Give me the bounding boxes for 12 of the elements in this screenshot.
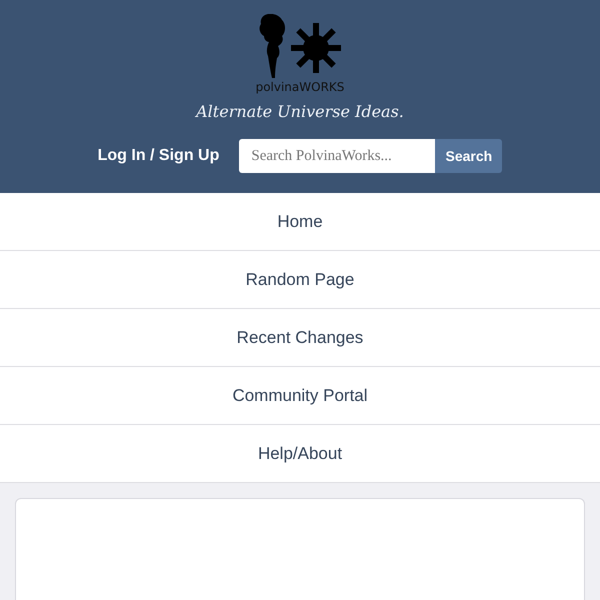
tagline: Alternate Universe Ideas. — [196, 102, 404, 122]
search-field[interactable]: Search PolvinaWorks... — [239, 139, 436, 173]
nav-link[interactable]: Random Page — [0, 251, 600, 309]
gear-icon — [290, 22, 342, 74]
figure-silhouette-icon — [258, 14, 288, 80]
nav-link[interactable]: Home — [0, 193, 600, 251]
nav-link[interactable]: Recent Changes — [0, 309, 600, 367]
nav-link[interactable]: Help/About — [0, 425, 600, 483]
login-link[interactable]: Log In / Sign Up — [98, 147, 220, 165]
logo-text: polvinaWORKS — [256, 80, 344, 94]
nav-link[interactable]: Community Portal — [0, 367, 600, 425]
search-button[interactable]: Search — [435, 139, 502, 173]
